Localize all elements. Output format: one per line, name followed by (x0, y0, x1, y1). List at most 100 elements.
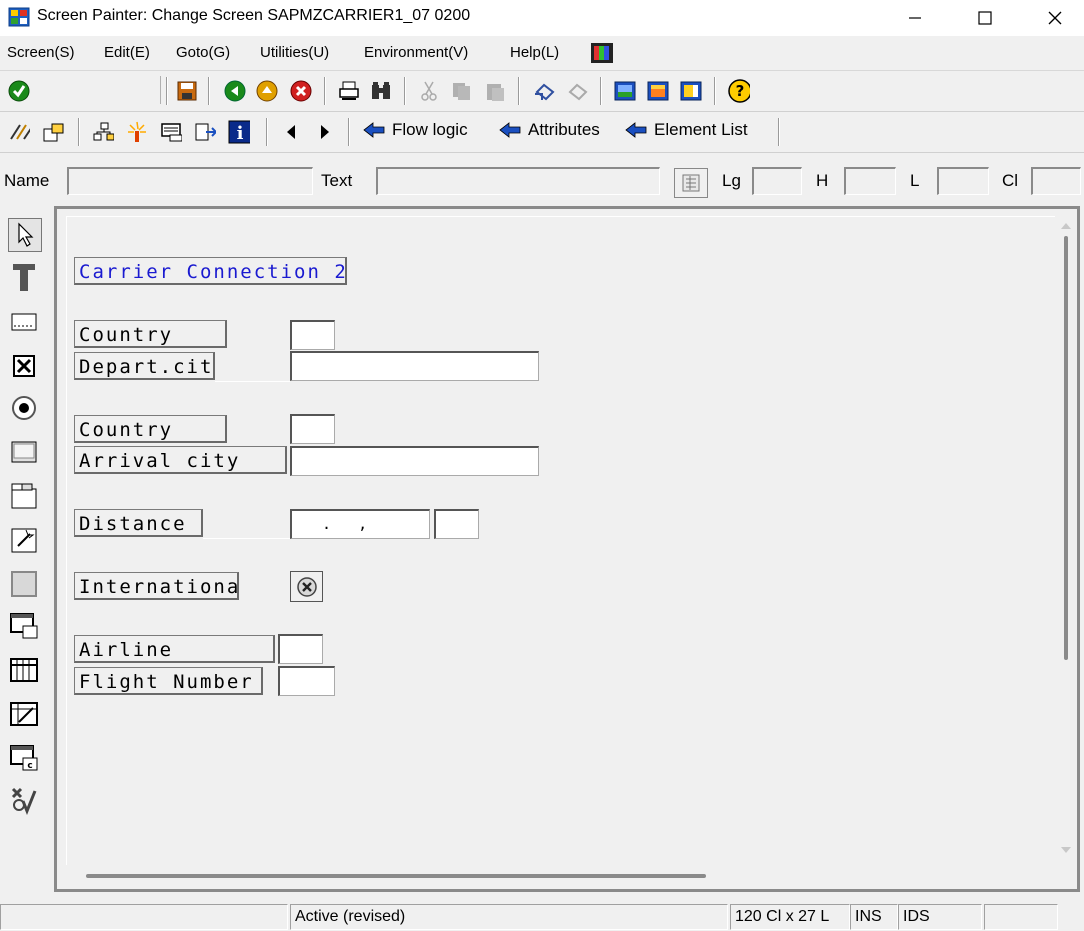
lg-field[interactable] (752, 167, 802, 195)
other-object-icon[interactable] (42, 121, 64, 143)
vertical-scroll-thumb[interactable] (1064, 236, 1068, 660)
toolbar-separator (324, 77, 326, 105)
checkbox-international[interactable] (290, 571, 323, 602)
menu-goto[interactable]: Goto(G) (176, 44, 230, 61)
element-list-button[interactable]: Element List (624, 120, 748, 140)
text-field-tool-icon[interactable] (8, 262, 40, 294)
pushbutton-tool-icon[interactable] (8, 436, 40, 468)
arrow-left-icon (363, 122, 385, 138)
table-control-wizard-icon[interactable] (8, 698, 40, 730)
toolbar-separator (78, 118, 80, 146)
layout-menu-icon[interactable] (680, 80, 702, 102)
svg-text:i: i (237, 123, 244, 144)
h-field[interactable] (844, 167, 896, 195)
table-control-tool-icon[interactable] (8, 654, 40, 686)
cl-field[interactable] (1031, 167, 1081, 195)
label-country-depart[interactable]: Country (74, 320, 227, 348)
label-arrival-city[interactable]: Arrival city (74, 446, 287, 474)
dictionary-list-icon[interactable] (674, 168, 708, 198)
new-session-icon[interactable] (614, 80, 636, 102)
cl-label: Cl (1002, 171, 1019, 190)
lg-label: Lg (722, 171, 741, 190)
toolbar-separator (266, 118, 268, 146)
frame-title-carrier-connection[interactable]: Carrier Connection 200 (74, 257, 347, 285)
maximize-button[interactable] (950, 0, 1020, 36)
label-international[interactable]: International (74, 572, 239, 600)
back-icon[interactable] (224, 80, 246, 102)
cancel-icon[interactable] (290, 80, 312, 102)
save-icon[interactable] (176, 80, 198, 102)
input-distance[interactable]: . , (290, 509, 430, 539)
element-attributes-bar: Name Text Lg H L Cl (0, 160, 1084, 204)
navigation-window-icon[interactable] (194, 121, 216, 143)
enter-check-icon[interactable] (8, 80, 30, 102)
next-screen-icon[interactable] (314, 121, 336, 143)
menu-screen[interactable]: Screen(S) (7, 44, 75, 61)
input-arrival-city[interactable] (290, 446, 539, 476)
status-mode[interactable]: INS (850, 904, 898, 930)
label-flight-number[interactable]: Flight Number (74, 667, 263, 695)
display-change-icon[interactable] (8, 121, 30, 143)
scroll-up-icon[interactable] (1058, 218, 1074, 234)
tabstrip-wizard-icon[interactable] (8, 524, 40, 556)
hierarchy-icon[interactable] (92, 121, 114, 143)
l-field[interactable] (937, 167, 989, 195)
status-message-area (0, 904, 288, 930)
menu-utilities[interactable]: Utilities(U) (260, 44, 329, 61)
previous-screen-icon[interactable] (280, 121, 302, 143)
input-depart-city[interactable] (290, 351, 539, 381)
scroll-down-icon[interactable] (1058, 842, 1074, 858)
copy-icon (450, 80, 472, 102)
information-icon[interactable]: i (228, 120, 250, 144)
status-bar: Active (revised) 120 Cl x 27 L INS IDS (0, 902, 1084, 931)
toolbar-separator (208, 77, 210, 105)
generate-shortcut-icon[interactable] (647, 80, 669, 102)
checkbox-tool-icon[interactable] (8, 350, 40, 382)
input-airline[interactable] (278, 634, 323, 664)
menu-edit[interactable]: Edit(E) (104, 44, 150, 61)
toolbar-separator (714, 77, 716, 105)
menu-help[interactable]: Help(L) (510, 44, 559, 61)
h-label: H (816, 171, 829, 190)
element-list-label: Element List (654, 120, 748, 139)
custom-control-tool-icon[interactable]: c (8, 742, 40, 774)
input-country-from[interactable] (290, 320, 335, 350)
horizontal-scroll-thumb[interactable] (86, 874, 706, 878)
radio-button-tool-icon[interactable] (8, 392, 40, 424)
toolbar-separator (518, 77, 520, 105)
attributes-button[interactable]: Attributes (498, 120, 600, 140)
subscreen-tool-icon[interactable] (8, 610, 40, 642)
screen-layout-canvas[interactable] (66, 216, 1055, 865)
status-extra (984, 904, 1058, 930)
label-country-arrival[interactable]: Country (74, 415, 227, 443)
find-icon[interactable] (370, 80, 392, 102)
label-depart-city[interactable]: Depart.city (74, 352, 215, 380)
input-distance-unit[interactable] (434, 509, 479, 539)
undo-icon[interactable] (533, 80, 555, 102)
name-label: Name (4, 171, 50, 190)
print-icon[interactable] (338, 80, 360, 102)
input-country-to[interactable] (290, 414, 335, 444)
name-field[interactable] (67, 167, 313, 195)
label-distance[interactable]: Distance (74, 509, 203, 537)
input-flight-number[interactable] (278, 666, 335, 696)
gui-options-icon[interactable] (590, 42, 614, 68)
text-field[interactable] (376, 167, 660, 195)
tabstrip-tool-icon[interactable] (8, 480, 40, 512)
help-icon[interactable]: ? (728, 79, 750, 103)
command-field[interactable] (46, 76, 161, 104)
close-button[interactable] (1020, 0, 1084, 36)
activate-icon[interactable] (126, 121, 148, 143)
standard-toolbar: ? (0, 71, 1084, 112)
exit-icon[interactable] (256, 80, 278, 102)
redo-icon (566, 80, 588, 102)
input-field-tool-icon[interactable] (8, 306, 40, 338)
label-airline[interactable]: Airline (74, 635, 275, 663)
pointer-tool-icon[interactable] (8, 218, 42, 252)
menu-environment[interactable]: Environment(V) (364, 44, 468, 61)
where-used-icon[interactable] (160, 121, 182, 143)
box-tool-icon[interactable] (8, 568, 40, 600)
status-icon-tool-icon[interactable] (8, 784, 40, 816)
flow-logic-button[interactable]: Flow logic (362, 120, 468, 140)
minimize-button[interactable] (880, 0, 950, 36)
